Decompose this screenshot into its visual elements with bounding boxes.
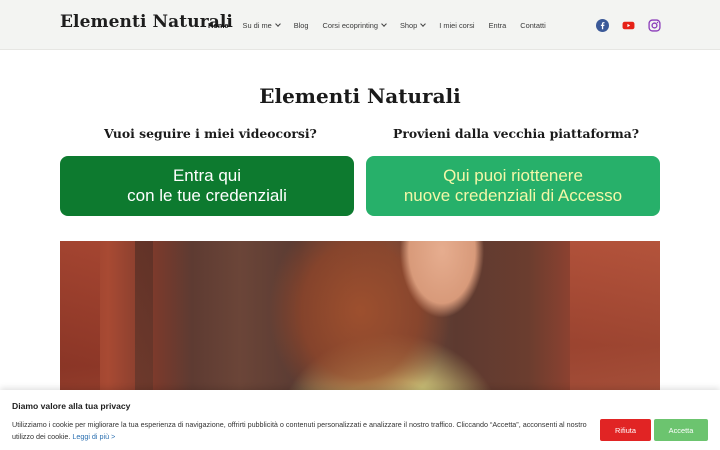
recover-credentials-button[interactable]: Qui puoi riottenere nuove credenziali di… xyxy=(366,156,660,216)
accept-cookies-button[interactable]: Accetta xyxy=(654,419,708,441)
nav-item-entra[interactable]: Entra xyxy=(489,21,507,30)
cookie-title: Diamo valore alla tua privacy xyxy=(12,401,131,411)
page-title: Elementi Naturali xyxy=(259,84,461,108)
nav-item-blog[interactable]: Blog xyxy=(294,21,309,30)
instagram-icon xyxy=(647,18,661,32)
instagram-link[interactable] xyxy=(647,18,661,32)
nav-item-home[interactable]: Home xyxy=(208,21,229,30)
site-header: Elementi Naturali Home Su di me Blog Cor… xyxy=(0,0,720,50)
nav-item-corsi-ecoprinting[interactable]: Corsi ecoprinting xyxy=(322,20,387,30)
chevron-down-icon xyxy=(274,21,281,27)
login-button-line2: con le tue credenziali xyxy=(127,186,287,205)
chevron-down-icon xyxy=(420,21,427,27)
login-button-line1: Entra qui xyxy=(172,166,242,185)
nav-item-label: Blog xyxy=(293,20,309,30)
recover-button-line1: Qui puoi riottenere xyxy=(443,166,583,185)
nav-item-shop[interactable]: Shop xyxy=(399,20,427,30)
youtube-icon xyxy=(622,21,634,29)
nav-item-contatti[interactable]: Contatti xyxy=(520,21,545,30)
nav-item-label: I miei corsi xyxy=(439,20,475,30)
nav-item-i-miei-corsi[interactable]: I miei corsi xyxy=(439,21,474,30)
nav-item-label: Entra xyxy=(488,20,507,30)
cookie-text: Utilizziamo i cookie per migliorare la t… xyxy=(12,419,592,443)
cookie-read-more-link[interactable]: Leggi di più > xyxy=(72,432,115,441)
nav-item-label: Contatti xyxy=(520,20,546,30)
left-question-heading: Vuoi seguire i miei videocorsi? xyxy=(104,126,317,141)
youtube-link[interactable] xyxy=(621,18,635,32)
right-question-heading: Provieni dalla vecchia piattaforma? xyxy=(393,126,640,141)
nav-item-label: Home xyxy=(208,20,229,30)
recover-button-line2: nuove credenziali di Accesso xyxy=(403,186,623,205)
chevron-down-icon xyxy=(381,21,387,27)
nav-item-su-di-me[interactable]: Su di me xyxy=(242,20,281,30)
nav-item-label: Su di me xyxy=(242,20,272,30)
login-button[interactable]: Entra qui con le tue credenziali xyxy=(60,156,354,216)
facebook-icon xyxy=(595,18,609,32)
facebook-link[interactable] xyxy=(595,18,609,32)
nav-item-label: Corsi ecoprinting xyxy=(322,20,378,30)
main-nav: Home Su di me Blog Corsi ecoprinting Sho… xyxy=(208,0,560,50)
refuse-cookies-button[interactable]: Rifiuta xyxy=(600,419,651,441)
nav-item-label: Shop xyxy=(399,20,418,30)
